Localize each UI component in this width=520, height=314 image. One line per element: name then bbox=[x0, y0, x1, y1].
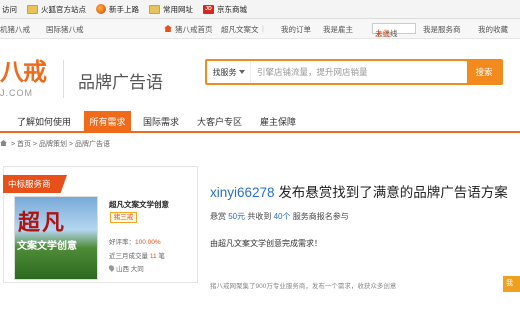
nav-all-needs[interactable]: 所有需求 bbox=[84, 111, 131, 133]
deals-label: 近三月成交量 bbox=[109, 253, 148, 260]
top-link-favorites[interactable]: 我的收藏 bbox=[478, 24, 508, 35]
participant-label: 服务商报名参与 bbox=[292, 212, 349, 221]
thumbnail-title: 超凡 bbox=[18, 210, 67, 236]
search-type-label: 找服务 bbox=[212, 67, 237, 77]
shop-name[interactable]: 超凡文案文学创意 bbox=[109, 199, 169, 210]
top-link-home[interactable]: 猪八戒首页 bbox=[175, 24, 213, 35]
breadcrumb-sep: > bbox=[9, 141, 17, 148]
promo-note: 猪八戒网聚集了900万专业服务商，发布一个需求，收获众多创意 bbox=[210, 283, 397, 290]
shop-location: 山西 大同 bbox=[107, 263, 144, 273]
page-title: 品牌广告语 bbox=[78, 73, 163, 92]
breadcrumb-sep: > bbox=[30, 141, 39, 148]
shop-deals: 近三月成交量 11 笔 bbox=[109, 250, 165, 260]
bookmark-label: 常用网址 bbox=[163, 4, 193, 14]
divider: | bbox=[262, 24, 264, 33]
bookmark-history[interactable]: 访问 bbox=[2, 4, 17, 15]
nav-how-to-use[interactable]: 了解如何使用 bbox=[17, 115, 71, 128]
bookmark-getting-started[interactable]: 新手上路 bbox=[96, 4, 139, 15]
breadcrumb-home[interactable]: 首页 bbox=[17, 141, 31, 148]
location-pin-icon bbox=[107, 264, 116, 272]
nav-employer-guarantee[interactable]: 雇主保障 bbox=[260, 115, 296, 128]
post-request-button[interactable]: 我 bbox=[503, 276, 520, 292]
top-link-intl[interactable]: 国际猪八戒 bbox=[46, 24, 84, 35]
jd-icon: JD bbox=[203, 4, 214, 14]
employer-username[interactable]: xinyi66278 bbox=[210, 185, 275, 200]
top-link-wenan[interactable]: 超凡文案文 bbox=[221, 24, 259, 35]
search-button[interactable]: 搜索 bbox=[467, 61, 501, 83]
site-logo[interactable]: 八戒 bbox=[0, 52, 47, 87]
bookmark-label: 火狐官方站点 bbox=[41, 4, 86, 14]
participant-count: 40个 bbox=[273, 212, 291, 221]
folder-icon bbox=[149, 4, 160, 14]
chevron-down-icon bbox=[238, 70, 245, 74]
shop-rating: 好评率：100.00% bbox=[109, 236, 161, 246]
nav-intl-needs[interactable]: 国际需求 bbox=[143, 115, 179, 128]
search-bar: 找服务 搜索 bbox=[205, 59, 503, 85]
login-status[interactable]: 未上线 上线 bbox=[372, 23, 416, 38]
folder-icon bbox=[27, 4, 38, 14]
top-link-orders[interactable]: 我的订单 bbox=[281, 24, 311, 35]
search-type-select[interactable]: 找服务 bbox=[207, 61, 251, 83]
winner-badge: 中标服务商 bbox=[3, 175, 67, 193]
breadcrumb-category[interactable]: 品牌策划 bbox=[39, 141, 67, 148]
home-icon bbox=[0, 140, 7, 146]
job-title-text: 发布悬赏找到了满意的品牌广告语方案 bbox=[278, 185, 508, 200]
bookmarks-bar: 访问 火狐官方站点 新手上路 常用网址 JD 京东商城 bbox=[0, 0, 520, 19]
main-nav: 了解如何使用 所有需求 国际需求 大客户专区 雇主保障 bbox=[0, 111, 520, 133]
breadcrumb: > 首页 > 品牌策划 > 品牌广告语 bbox=[0, 139, 110, 149]
rating-value: 100.00% bbox=[135, 239, 161, 246]
shop-tier-badge: 猪三戒 bbox=[110, 212, 137, 223]
bounty-label: 悬赏 bbox=[210, 212, 226, 221]
completion-note: 由超凡文案文学创意完成需求！ bbox=[210, 239, 322, 248]
job-title: xinyi66278 发布悬赏找到了满意的品牌广告语方案 bbox=[210, 181, 508, 201]
site-top-bar: 机猪八戒 国际猪八戒 猪八戒首页 超凡文案文 | 我的订单 我是雇主 未上线 上线… bbox=[0, 19, 520, 39]
job-meta: 悬赏 50元 共收到 40个 服务商报名参与 bbox=[210, 211, 349, 222]
top-link-site[interactable]: 机猪八戒 bbox=[0, 24, 30, 35]
breadcrumb-current[interactable]: 品牌广告语 bbox=[75, 141, 110, 148]
top-link-provider[interactable]: 我是服务商 bbox=[423, 24, 461, 35]
deals-value: 11 bbox=[149, 253, 157, 260]
location-label: 山西 大同 bbox=[116, 266, 144, 273]
breadcrumb-sep: > bbox=[66, 141, 75, 148]
bookmark-label: 京东商城 bbox=[217, 4, 247, 14]
deals-unit: 笔 bbox=[158, 253, 165, 260]
bookmark-common-sites[interactable]: 常用网址 bbox=[149, 4, 193, 15]
rating-label: 好评率： bbox=[109, 239, 135, 246]
bookmark-label: 新手上路 bbox=[109, 4, 139, 14]
login-status-up: 上线 bbox=[375, 29, 390, 38]
bounty-amount: 50元 bbox=[228, 212, 246, 221]
total-label: 共收到 bbox=[247, 212, 272, 221]
header-divider bbox=[63, 60, 64, 98]
shop-thumbnail[interactable]: 超凡 文案文学创意 bbox=[14, 196, 98, 280]
bookmark-firefox-sites[interactable]: 火狐官方站点 bbox=[27, 4, 86, 15]
site-logo-domain: J.COM bbox=[0, 88, 33, 98]
nav-enterprise[interactable]: 大客户专区 bbox=[197, 115, 242, 128]
bookmark-label: 访问 bbox=[2, 4, 17, 14]
thumbnail-subtitle: 文案文学创意 bbox=[17, 241, 77, 252]
search-input[interactable] bbox=[251, 61, 467, 83]
bookmark-jd[interactable]: JD 京东商城 bbox=[203, 4, 247, 15]
home-icon bbox=[164, 25, 172, 32]
top-link-employer[interactable]: 我是雇主 bbox=[323, 24, 353, 35]
firefox-icon bbox=[96, 4, 106, 14]
